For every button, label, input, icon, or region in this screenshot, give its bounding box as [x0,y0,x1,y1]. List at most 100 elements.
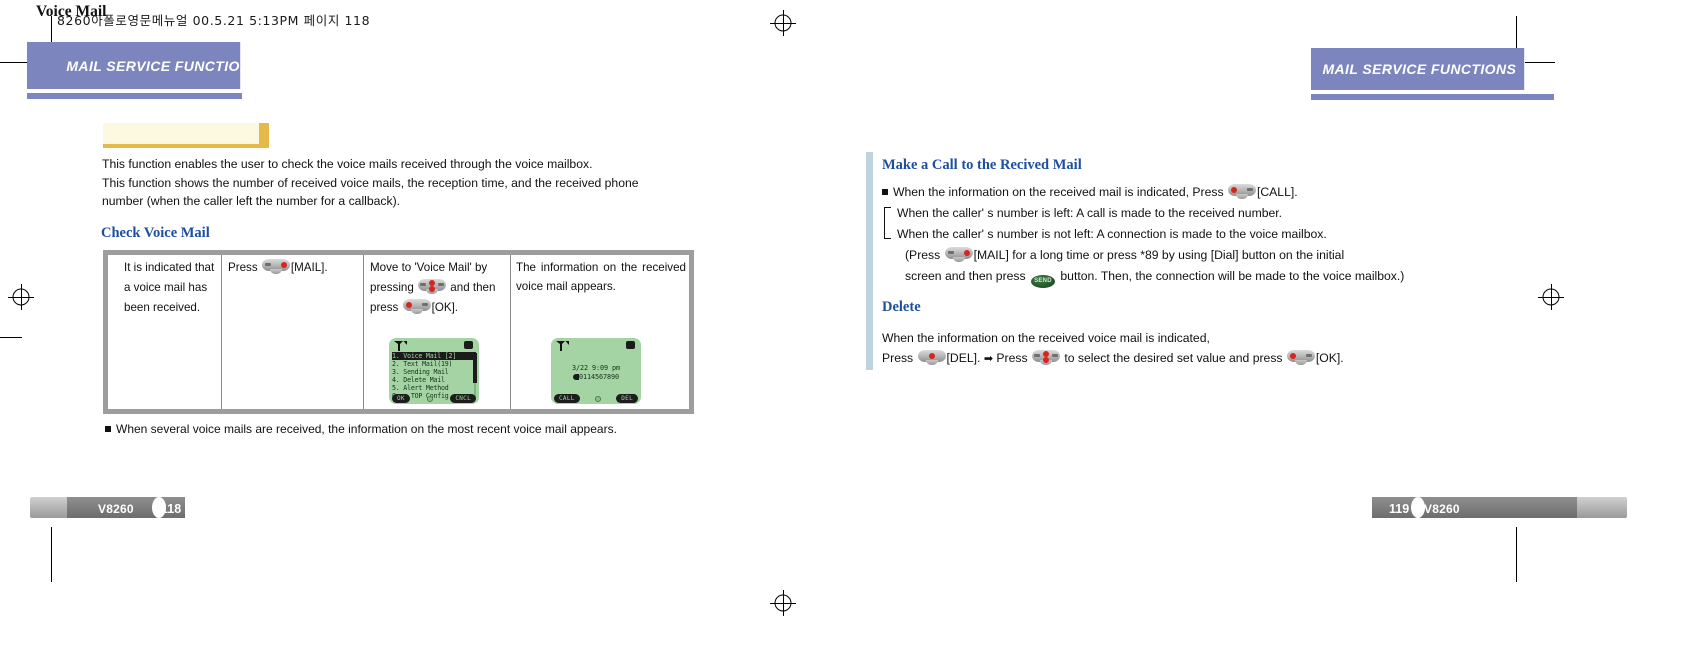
left-banner-underline [27,93,242,99]
right-bullet-1: When the information on the received mai… [882,182,1482,202]
right-page-banner: MAIL SERVICE FUNCTIONS [1311,48,1525,90]
crop-mark-right-upper [1525,62,1555,63]
table-cell-4: The information on the received voice ma… [516,258,686,296]
table-right-border [689,250,694,414]
call-key-icon [1227,184,1256,199]
del-mid2-text: Press [996,351,1028,365]
right-footer-page-marker [1411,497,1425,518]
cell3-post-2: and then [450,281,496,294]
cell2-post-text: [MAIL]. [290,261,328,274]
voice-mail-title: Voice Mail [36,3,107,20]
bullet1-post-text: [CALL]. [1256,185,1298,199]
right-sub-item-1: When the caller' s number is left: A cal… [897,206,1283,220]
delete-heading: Delete [882,299,921,315]
registration-mark-left [8,284,34,310]
lcd-center-dot-icon-2 [594,395,601,402]
cell1-line3: been received. [124,301,201,314]
left-banner-label: MAIL SERVICE FUNCTIONS [66,57,261,74]
right-banner-label: MAIL SERVICE FUNCTIONS [1322,61,1517,77]
paren-pre-text: (Press [905,248,941,262]
lcd-softkey-ok[interactable]: OK [392,394,410,403]
lcd-info-timestamp: 3/22 9:09 pm [572,364,620,372]
bullet-square-icon-right [882,189,888,195]
paren-mid-text: [MAIL] for a long time or press *89 by u… [973,248,1345,262]
bullet1-pre-text: When the information on the received mai… [893,185,1224,199]
intro-paragraph: This function enables the user to check … [102,155,714,211]
left-footer-page-number: 118 [161,502,182,516]
del-key-icon [917,350,946,365]
lcd-softkey-call[interactable]: CALL [554,394,580,403]
cell3-pre-2: pressing [370,281,414,294]
table-bottom-border [103,409,694,414]
registration-mark-top-center [770,10,796,36]
lcd-menu-item-5: 5. Alert Method [392,384,449,393]
lcd-info-number: 0114567890 [579,373,619,381]
crop-mark-bottom-right [1516,527,1517,582]
table-left-border [103,250,108,414]
lcd-softkey-del[interactable]: DEL [616,394,638,403]
voice-mail-tab [103,123,269,148]
lcd-softkey-bar: OK CNCL [389,393,479,404]
bullet-square-icon [105,426,111,432]
table-cell-3: Move to 'Voice Mail' by pressing and the… [370,258,510,318]
left-page-banner: MAIL SERVICE FUNCTIONS [27,42,260,89]
lcd-info-block: 3/22 9:09 pm 0114567890 [551,364,641,382]
del-mid1-text: [DEL]. [946,351,981,365]
cell3-line3: press [OK]. [370,298,510,318]
intro-line-2: This function shows the number of receiv… [102,175,639,190]
right-paren-line-1: (Press [MAIL] for a long time or press *… [905,245,1525,265]
cell1-line1: It is indicated that [124,261,215,274]
lcd-softkey-cncl[interactable]: CNCL [450,394,476,403]
delete-line-1: When the information on the received voi… [882,331,1210,345]
cell1-line2: a voice mail has [124,281,208,294]
table-separator-3 [510,255,511,409]
lcd-scrollbar[interactable] [473,353,477,397]
updown-key-icon [418,279,447,294]
registration-mark-bottom-center [770,590,796,616]
signal-antenna-icon-2 [556,341,569,351]
cell3-line1: Move to 'Voice Mail' by [370,261,488,274]
lcd-menu-item-2: 2. Text Mail(19) [392,360,453,369]
right-footer-model: V8260 [1424,502,1460,516]
table-top-border [103,250,694,255]
lcd-menu-item-1: 1. Voice Mail [2] [392,352,476,361]
cell4-text: The information on the received voice ma… [516,261,686,293]
right-banner-underline [1311,94,1554,100]
del-arrow-icon: ➡ [983,353,994,365]
del-mid3-text: to select the desired set value and pres… [1064,351,1283,365]
lcd-center-dot-icon [427,395,434,402]
lcd-menu-item-3: 3. Sending Mail [392,368,449,377]
lcd-menu-item-4: 4. Delete Mail [392,376,445,385]
cell2-pre-text: Press [228,261,258,274]
lcd-screen-menu: 1. Voice Mail [2] 2. Text Mail(19) 3. Se… [389,338,479,404]
lcd-info-number-row: 0114567890 [551,373,641,382]
table-separator-2 [363,255,364,409]
cell3-pre-3: press [370,301,399,314]
registration-mark-right [1538,284,1564,310]
table-cell-2: Press [MAIL]. [228,258,358,278]
cell2-row: Press [MAIL]. [228,258,358,278]
lcd-softkey-bar-2: CALL DEL [551,393,641,404]
updown-key-icon-right [1031,350,1060,365]
paren2-post-text: button. Then, the connection will be mad… [1060,269,1405,283]
crop-mark-bottom-left [51,527,52,582]
left-note-text: When several voice mails are received, t… [116,422,617,436]
ok-key-icon-right [1286,350,1315,365]
crop-mark-left-lower [0,337,22,338]
lcd-scrollbar-thumb[interactable] [473,353,477,383]
voice-mail-tab-accent [259,123,269,148]
right-sub-item-2: When the caller' s number is not left: A… [897,227,1327,241]
intro-line-1: This function enables the user to check … [102,157,593,171]
make-call-heading: Make a Call to the Recived Mail [882,157,1082,173]
left-page-note: When several voice mails are received, t… [105,422,617,436]
check-voice-mail-heading: Check Voice Mail [101,225,210,241]
cell3-post-3: [OK]. [431,301,459,314]
left-footer-model: V8260 [98,502,134,516]
table-cell-1: It is indicated that a voice mail has be… [124,258,229,318]
right-paren-line-2: screen and then press SEND button. Then,… [905,266,1525,288]
right-footer-page-number: 119 [1389,502,1410,516]
cell3-line2: pressing and then [370,278,510,298]
delete-line-2: Press [DEL]. ➡ Press to select the desir… [882,348,1502,369]
lcd-screen-info: 3/22 9:09 pm 0114567890 CALL DEL [551,338,641,404]
sub-items-bracket [884,207,891,239]
